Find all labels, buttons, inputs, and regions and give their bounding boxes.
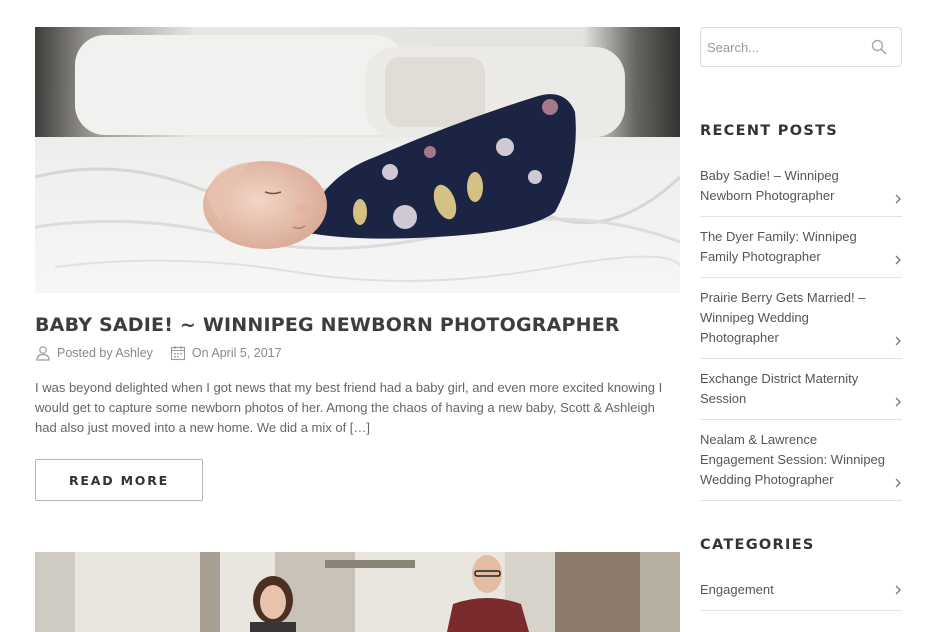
chevron-right-icon [895, 397, 901, 407]
recent-post-link[interactable]: Exchange District Maternity Session [700, 369, 886, 419]
recent-posts-title: RECENT POSTS [700, 123, 839, 139]
user-icon [36, 346, 50, 361]
search-icon[interactable] [871, 39, 887, 55]
post-date: On April 5, 2017 [191, 346, 282, 360]
post-meta: Posted by Ashley On April 5, 2017 [35, 344, 282, 362]
list-item: Nealam & Lawrence Engagement Session: Wi… [700, 430, 902, 501]
chevron-right-icon [895, 255, 901, 265]
categories-list: Engagement [700, 580, 902, 611]
post-excerpt: I was beyond delighted when I got news t… [35, 380, 663, 435]
categories-title: CATEGORIES [700, 537, 815, 553]
chevron-right-icon [895, 585, 901, 595]
list-item: Exchange District Maternity Session [700, 369, 902, 420]
list-item: Prairie Berry Gets Married! – Winnipeg W… [700, 288, 902, 359]
search-box[interactable] [700, 27, 902, 67]
featured-image[interactable] [35, 27, 680, 293]
search-input[interactable] [707, 28, 857, 66]
post-author[interactable]: Posted by Ashley [57, 346, 153, 360]
chevron-right-icon [895, 194, 901, 204]
post-title[interactable]: BABY SADIE! ~ WINNIPEG NEWBORN PHOTOGRAP… [35, 314, 620, 336]
calendar-icon [170, 346, 185, 361]
category-link[interactable]: Engagement [700, 580, 902, 610]
read-more-button[interactable]: READ MORE [35, 459, 203, 501]
list-item: Baby Sadie! – Winnipeg Newborn Photograp… [700, 166, 902, 217]
newborn-photo [35, 27, 680, 293]
recent-posts-list: Baby Sadie! – Winnipeg Newborn Photograp… [700, 166, 902, 511]
recent-post-link[interactable]: The Dyer Family: Winnipeg Family Photogr… [700, 227, 886, 277]
next-post-image[interactable] [35, 552, 680, 632]
chevron-right-icon [895, 478, 901, 488]
list-item: The Dyer Family: Winnipeg Family Photogr… [700, 227, 902, 278]
list-item: Engagement [700, 580, 902, 611]
recent-post-link[interactable]: Baby Sadie! – Winnipeg Newborn Photograp… [700, 166, 886, 216]
recent-post-link[interactable]: Nealam & Lawrence Engagement Session: Wi… [700, 430, 886, 500]
chevron-right-icon [895, 336, 901, 346]
recent-post-link[interactable]: Prairie Berry Gets Married! – Winnipeg W… [700, 288, 886, 358]
family-photo [35, 552, 680, 632]
